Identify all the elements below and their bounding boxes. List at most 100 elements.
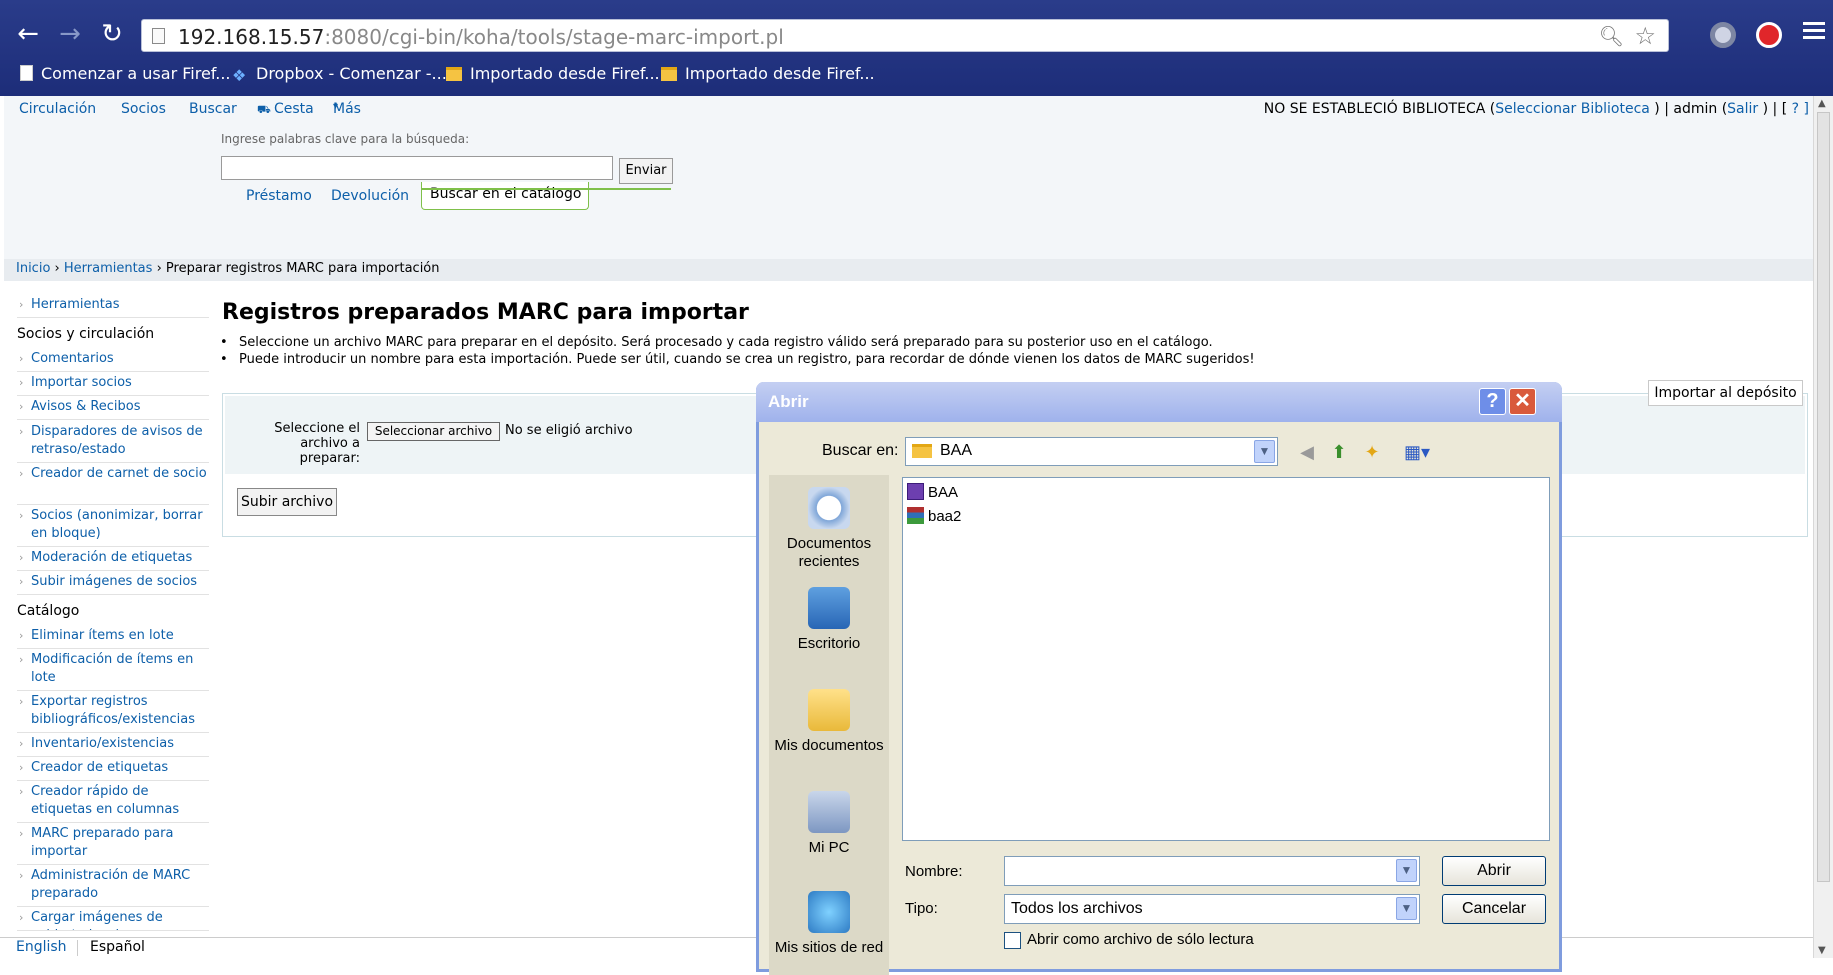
caret-down-icon: ▾ (333, 101, 339, 112)
folder-icon (912, 444, 932, 458)
rar-archive-icon (907, 507, 924, 524)
sidebar-item-avisos[interactable]: Avisos & Recibos (17, 398, 209, 420)
dialog-titlebar[interactable]: Abrir ? ✕ (756, 382, 1562, 422)
reload-icon[interactable]: ↻ (98, 20, 126, 48)
search-label: Ingrese palabras clave para la búsqueda: (221, 132, 470, 146)
import-to-reservoir-button[interactable]: Importar al depósito (1648, 380, 1803, 406)
file-list[interactable]: BAA baa2 (902, 477, 1550, 841)
view-menu-icon[interactable]: ▦▾ (1399, 441, 1435, 465)
chevron-down-icon[interactable]: ▼ (1396, 859, 1417, 882)
tab-buscar-catalogo[interactable]: Buscar en el catálogo (421, 182, 589, 210)
breadcrumb-home[interactable]: Inicio (16, 261, 50, 276)
place-my-computer[interactable]: Mi PC (769, 791, 889, 857)
list-item[interactable]: BAA (907, 483, 958, 501)
back-icon[interactable]: ◀ (1295, 441, 1319, 465)
sidebar-item-comentarios[interactable]: Comentarios (17, 350, 209, 372)
desktop-icon (808, 587, 850, 629)
chevron-down-icon[interactable]: ▼ (1396, 897, 1417, 920)
sidebar-section-catalogo: Catálogo (17, 603, 80, 619)
tab-devolucion[interactable]: Devolución (331, 188, 409, 204)
sidebar-item-marc-preparado[interactable]: MARC preparado para importar (17, 825, 209, 865)
bookmark-star-icon[interactable]: ☆ (1634, 22, 1656, 50)
logout-link[interactable]: Salir (1727, 101, 1758, 117)
sidebar-item-subir-imagenes[interactable]: Subir imágenes de socios (17, 573, 209, 595)
sidebar-item-importar-socios[interactable]: Importar socios (17, 374, 209, 396)
nav-buscar[interactable]: Buscar (189, 101, 237, 117)
recent-documents-icon (808, 487, 850, 529)
scroll-up-icon[interactable]: ▲ (1818, 98, 1826, 109)
breadcrumb-tools[interactable]: Herramientas (64, 261, 153, 276)
sidebar-item-anonimizar[interactable]: Socios (anonimizar, borrar en bloque) (17, 507, 209, 547)
chevron-down-icon[interactable]: ▼ (1254, 440, 1275, 463)
sidebar-item-etiquetas-columnas[interactable]: Creador rápido de etiquetas en columnas (17, 783, 209, 823)
sidebar-item-carnet[interactable]: Creador de carnet de socio (17, 465, 209, 505)
search-input[interactable] (221, 156, 613, 180)
select-library-link[interactable]: Seleccionar Biblioteca (1495, 101, 1650, 117)
back-icon[interactable]: ← (14, 20, 42, 48)
place-recent[interactable]: Documentos recientes (769, 487, 889, 571)
page-icon (20, 65, 33, 81)
sidebar-item-exportar[interactable]: Exportar registros bibliográficos/existe… (17, 693, 209, 733)
close-icon[interactable]: ✕ (1509, 388, 1536, 415)
login-info: NO SE ESTABLECIÓ BIBLIOTECA (Seleccionar… (1263, 101, 1809, 117)
help-icon[interactable]: ? (1479, 388, 1506, 415)
bookmark-item[interactable]: ❖ Dropbox - Comenzar -... (232, 64, 447, 85)
no-file-status: No se eligió archivo (505, 423, 633, 438)
network-places-icon (808, 891, 850, 933)
place-desktop[interactable]: Escritorio (769, 587, 889, 653)
place-my-documents[interactable]: Mis documentos (769, 689, 889, 755)
file-select-label: Seleccione el archivo a preparar: (274, 421, 360, 466)
stop-extension-icon[interactable] (1756, 22, 1782, 48)
koha-header: Circulación Socios Buscar ⛟ Cesta Más ▾ … (4, 96, 1813, 259)
upload-file-button[interactable]: Subir archivo (237, 488, 337, 516)
extension-icon[interactable] (1710, 22, 1736, 48)
sidebar-item-cubiertas[interactable]: Cargar imágenes de cubierta locales (17, 909, 209, 931)
dialog-title: Abrir (768, 392, 809, 411)
sidebar-item-admin-marc[interactable]: Administración de MARC preparado (17, 867, 209, 907)
nav-cesta[interactable]: Cesta (274, 101, 314, 117)
sidebar-item-eliminar-items[interactable]: Eliminar ítems en lote (17, 627, 209, 649)
my-computer-icon (808, 791, 850, 833)
nav-circulacion[interactable]: Circulación (19, 101, 96, 117)
sidebar-item-inventario[interactable]: Inventario/existencias (17, 735, 209, 757)
list-item[interactable]: baa2 (907, 507, 961, 525)
menu-icon[interactable] (1803, 22, 1825, 43)
language-espanol: Español (90, 939, 145, 955)
folder-icon (446, 67, 462, 81)
my-documents-icon (808, 689, 850, 731)
up-folder-icon[interactable]: ⬆ (1327, 441, 1351, 465)
page-scrollbar[interactable]: ▲ ▼ (1813, 96, 1833, 958)
scroll-down-icon[interactable]: ▼ (1818, 945, 1826, 956)
bookmark-folder[interactable]: Importado desde Firef... (661, 64, 875, 83)
url-text: 192.168.15.57:8080/cgi-bin/koha/tools/st… (178, 25, 784, 49)
sidebar-item-modificacion-items[interactable]: Modificación de ítems en lote (17, 651, 209, 691)
cancel-button[interactable]: Cancelar (1442, 894, 1546, 924)
tab-prestamo[interactable]: Préstamo (246, 188, 312, 204)
sidebar-item-creador-etiquetas[interactable]: Creador de etiquetas (17, 759, 209, 781)
help-link[interactable]: ? (1787, 101, 1803, 117)
look-in-select[interactable]: BAA ▼ (905, 437, 1278, 466)
search-icon[interactable]: 🔍︎ (1599, 24, 1624, 48)
bookmark-folder[interactable]: Importado desde Firef... (446, 64, 660, 83)
folder-icon (661, 67, 677, 81)
submit-search-button[interactable]: Enviar (619, 158, 673, 184)
breadcrumb: Inicio › Herramientas › Preparar registr… (4, 259, 1813, 281)
nav-socios[interactable]: Socios (121, 101, 166, 117)
choose-file-button[interactable]: Seleccionar archivo (367, 422, 500, 441)
bookmark-item[interactable]: Comenzar a usar Firef... (20, 64, 231, 83)
language-english[interactable]: English (16, 939, 67, 955)
scrollbar-thumb[interactable] (1817, 112, 1830, 882)
sidebar-item-herramientas[interactable]: Herramientas (17, 296, 209, 318)
file-type-select[interactable]: Todos los archivos ▼ (1004, 894, 1420, 924)
forward-icon[interactable]: → (56, 20, 84, 48)
address-bar[interactable]: 192.168.15.57:8080/cgi-bin/koha/tools/st… (141, 19, 1669, 52)
new-folder-icon[interactable]: ✦ (1360, 441, 1384, 465)
file-name-input[interactable]: ▼ (1004, 856, 1420, 886)
file-name-label: Nombre: (905, 863, 963, 880)
open-button[interactable]: Abrir (1442, 856, 1546, 886)
read-only-checkbox[interactable] (1004, 932, 1021, 949)
place-network[interactable]: Mis sitios de red (769, 891, 889, 957)
sidebar-item-moderacion[interactable]: Moderación de etiquetas (17, 549, 209, 571)
page-title: Registros preparados MARC para importar (222, 300, 749, 325)
sidebar-item-disparadores[interactable]: Disparadores de avisos de retraso/estado (17, 423, 209, 463)
